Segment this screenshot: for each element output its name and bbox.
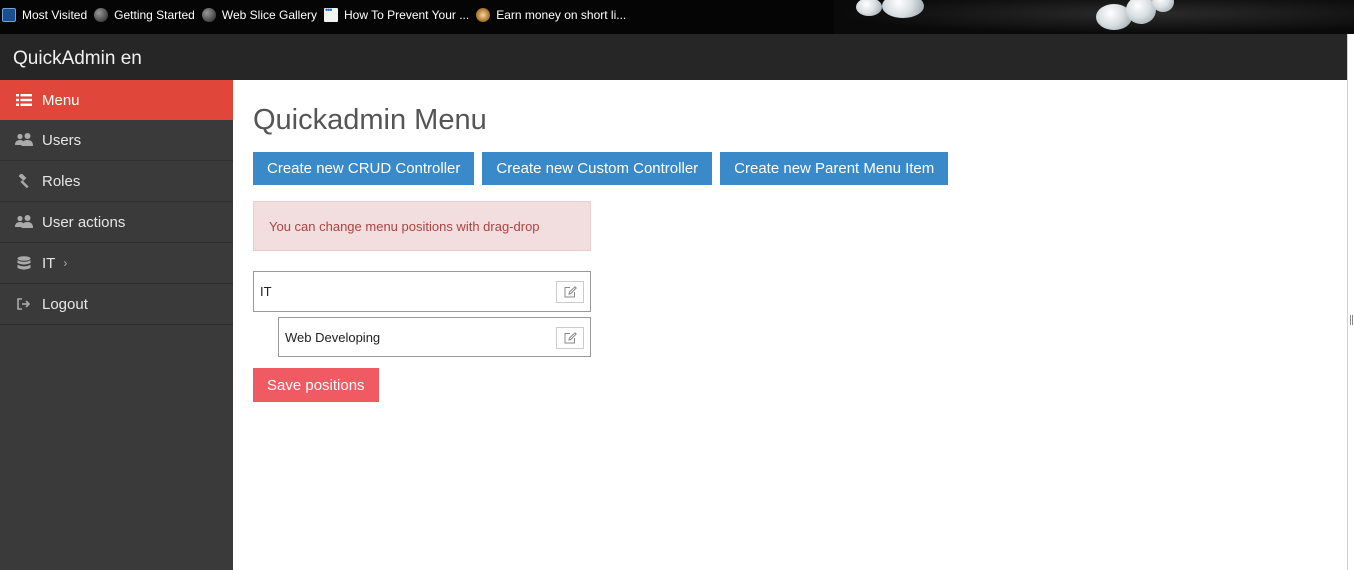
bookmark-label: Getting Started — [114, 8, 195, 22]
menu-item-label: IT — [260, 284, 272, 299]
sidebar-item-label: Logout — [42, 295, 88, 313]
edit-icon — [564, 332, 577, 344]
sidebar-item-user-actions[interactable]: User actions — [0, 202, 233, 243]
edit-icon — [564, 286, 577, 298]
gavel-icon — [15, 173, 33, 189]
scrollbar-grip-icon — [1350, 315, 1353, 325]
menu-item-web-developing[interactable]: Web Developing — [278, 317, 591, 357]
chevron-right-icon: › — [63, 256, 68, 270]
bookmark-label: How To Prevent Your ... — [344, 8, 470, 22]
sidebar-item-roles[interactable]: Roles — [0, 161, 233, 202]
brand-title[interactable]: QuickAdmin en — [13, 48, 142, 70]
toolbar-background-decoration — [834, 0, 1354, 34]
create-crud-controller-button[interactable]: Create new CRUD Controller — [253, 152, 475, 185]
globe-icon — [201, 8, 216, 22]
users-icon — [15, 133, 33, 147]
globe-icon — [94, 8, 109, 22]
alert-text: You can change menu positions with drag-… — [269, 218, 540, 234]
list-icon — [15, 93, 33, 107]
sidebar-item-label: IT — [42, 254, 56, 272]
create-parent-menu-item-button[interactable]: Create new Parent Menu Item — [720, 152, 949, 185]
sidebar-item-logout[interactable]: Logout — [0, 284, 233, 325]
save-positions-button[interactable]: Save positions — [253, 368, 379, 402]
sidebar-item-users[interactable]: Users — [0, 120, 233, 161]
edit-button[interactable] — [556, 327, 584, 349]
bookmark-earn-money[interactable]: Earn money on short li... — [476, 0, 633, 34]
bookmark-label: Earn money on short li... — [496, 8, 627, 22]
dots-icon — [324, 5, 339, 22]
menu-item-label: Web Developing — [285, 329, 381, 345]
sidebar: Menu Users Roles User actions IT › Logou… — [0, 80, 233, 570]
edit-button[interactable] — [556, 281, 584, 303]
app-header: QuickAdmin en — [0, 34, 1347, 80]
bookmark-getting-started[interactable]: Getting Started — [94, 0, 202, 34]
page-title: Quickadmin Menu — [253, 104, 487, 136]
bookmark-label: Most Visited — [22, 8, 88, 22]
sidebar-item-label: Roles — [42, 172, 81, 190]
sidebar-item-label: Menu — [42, 91, 80, 109]
sidebar-item-it[interactable]: IT › — [0, 243, 233, 284]
bookmark-label: Web Slice Gallery — [221, 8, 318, 22]
sidebar-item-label: User actions — [42, 213, 126, 231]
create-custom-controller-button[interactable]: Create new Custom Controller — [482, 152, 713, 185]
scrollbar[interactable] — [1347, 34, 1354, 570]
bookmarks-toolbar: Most Visited Getting Started Web Slice G… — [0, 0, 1354, 34]
main-content: Quickadmin Menu Create new CRUD Controll… — [233, 80, 1347, 570]
search-icon — [2, 8, 16, 22]
action-buttons: Create new CRUD Controller Create new Cu… — [253, 152, 949, 185]
database-icon — [15, 255, 33, 271]
info-alert: You can change menu positions with drag-… — [253, 201, 591, 251]
bookmark-web-slice-gallery[interactable]: Web Slice Gallery — [201, 0, 324, 34]
users-icon — [15, 215, 33, 229]
bookmark-most-visited[interactable]: Most Visited — [2, 0, 94, 34]
bookmark-how-to-prevent[interactable]: How To Prevent Your ... — [324, 0, 476, 34]
sidebar-item-label: Users — [42, 131, 82, 149]
sidebar-item-menu[interactable]: Menu — [0, 80, 233, 120]
coin-icon — [476, 8, 491, 22]
sign-out-icon — [15, 298, 33, 310]
menu-item-it[interactable]: IT — [253, 271, 591, 312]
